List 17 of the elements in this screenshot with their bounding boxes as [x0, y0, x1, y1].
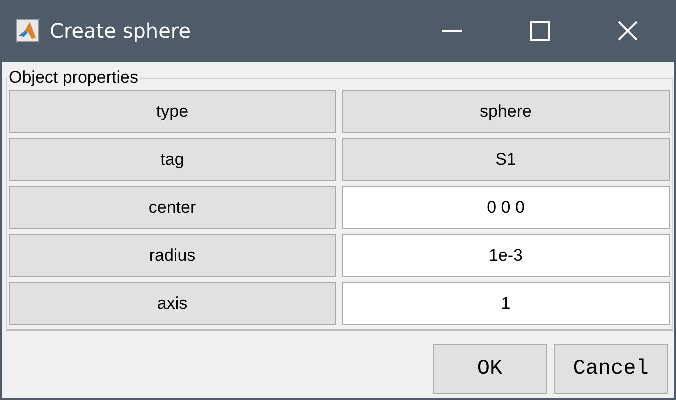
property-value: S1: [342, 138, 670, 181]
property-name: axis: [9, 282, 336, 325]
ok-button[interactable]: OK: [433, 344, 547, 394]
property-name: type: [9, 90, 336, 133]
property-name: center: [9, 186, 336, 229]
app-icon: [16, 19, 40, 43]
property-value[interactable]: 1: [342, 282, 670, 325]
property-value[interactable]: 1e-3: [342, 234, 670, 277]
close-icon[interactable]: [618, 21, 638, 41]
property-value: sphere: [342, 90, 670, 133]
cancel-button[interactable]: Cancel: [554, 344, 668, 394]
group-title: Object properties: [8, 68, 140, 88]
property-name: radius: [9, 234, 336, 277]
maximize-icon[interactable]: [530, 21, 550, 41]
property-value[interactable]: 0 0 0: [342, 186, 670, 229]
window-title: Create sphere: [50, 19, 192, 43]
property-name: tag: [9, 138, 336, 181]
